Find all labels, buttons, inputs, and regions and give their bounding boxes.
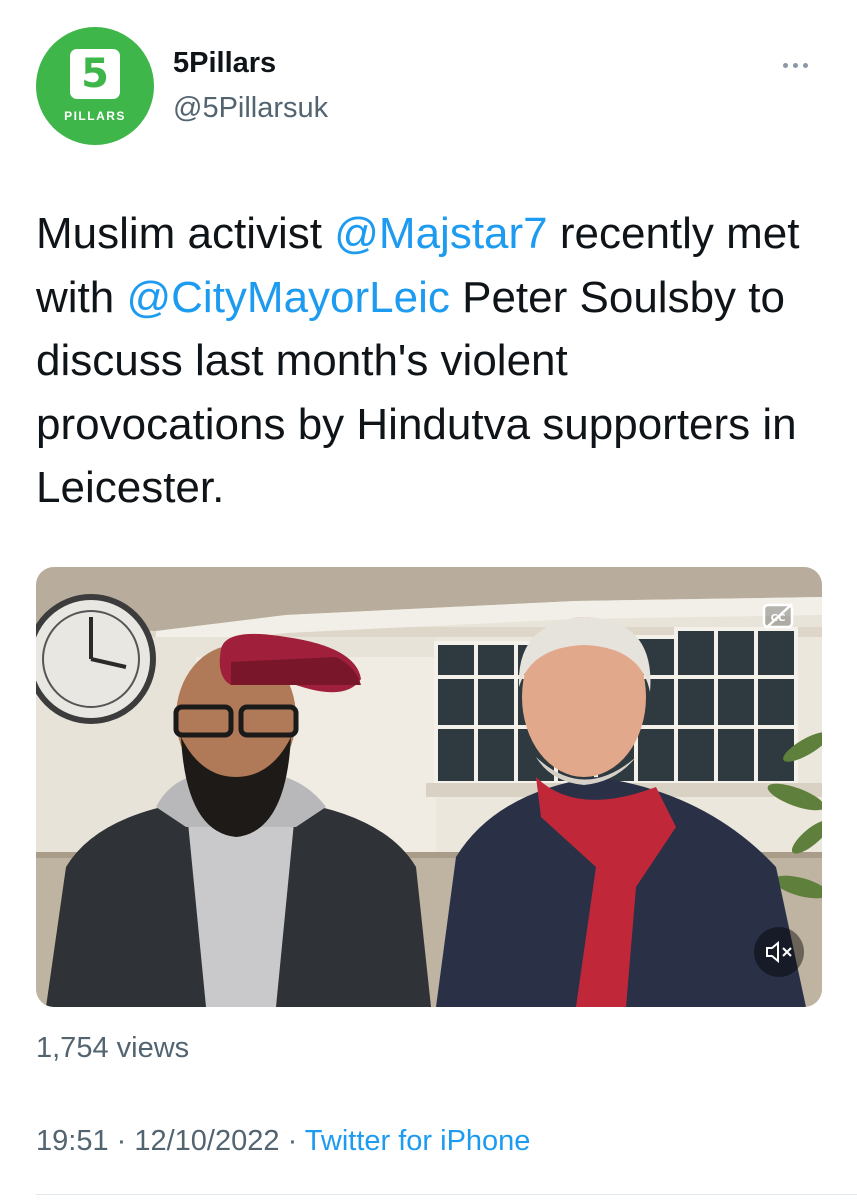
- user-handle[interactable]: @5Pillarsuk: [173, 92, 328, 125]
- mention-link-majstar7[interactable]: @Majstar7: [334, 209, 547, 258]
- tweet-text-segment: Muslim activist: [36, 209, 335, 258]
- video-player[interactable]: CC: [36, 567, 822, 1007]
- more-horizontal-icon[interactable]: [783, 55, 819, 75]
- meta-separator: ·: [108, 1125, 135, 1157]
- avatar[interactable]: 5 PILLARS: [36, 27, 154, 145]
- mention-link-citymayorleic[interactable]: @CityMayorLeic: [126, 273, 449, 322]
- avatar-logo-digit: 5: [81, 51, 109, 97]
- tweet-date[interactable]: 12/10/2022: [134, 1125, 279, 1157]
- divider: [36, 1194, 857, 1195]
- tweet-metadata: 19:51 · 12/10/2022 · Twitter for iPhone: [36, 1125, 530, 1158]
- tweet-text: Muslim activist @Majstar7 recently met w…: [36, 202, 826, 520]
- tweet-time[interactable]: 19:51: [36, 1125, 109, 1157]
- video-frame: [36, 567, 822, 1007]
- avatar-logo-text: PILLARS: [64, 109, 126, 123]
- view-count: 1,754 views: [36, 1032, 190, 1064]
- meta-separator: ·: [279, 1125, 305, 1157]
- tweet-source-link[interactable]: Twitter for iPhone: [305, 1125, 531, 1157]
- speaker-muted-icon[interactable]: [754, 927, 804, 977]
- avatar-logo-box: 5: [70, 49, 120, 99]
- display-name[interactable]: 5Pillars: [173, 47, 276, 80]
- closed-captions-icon[interactable]: CC: [762, 601, 796, 631]
